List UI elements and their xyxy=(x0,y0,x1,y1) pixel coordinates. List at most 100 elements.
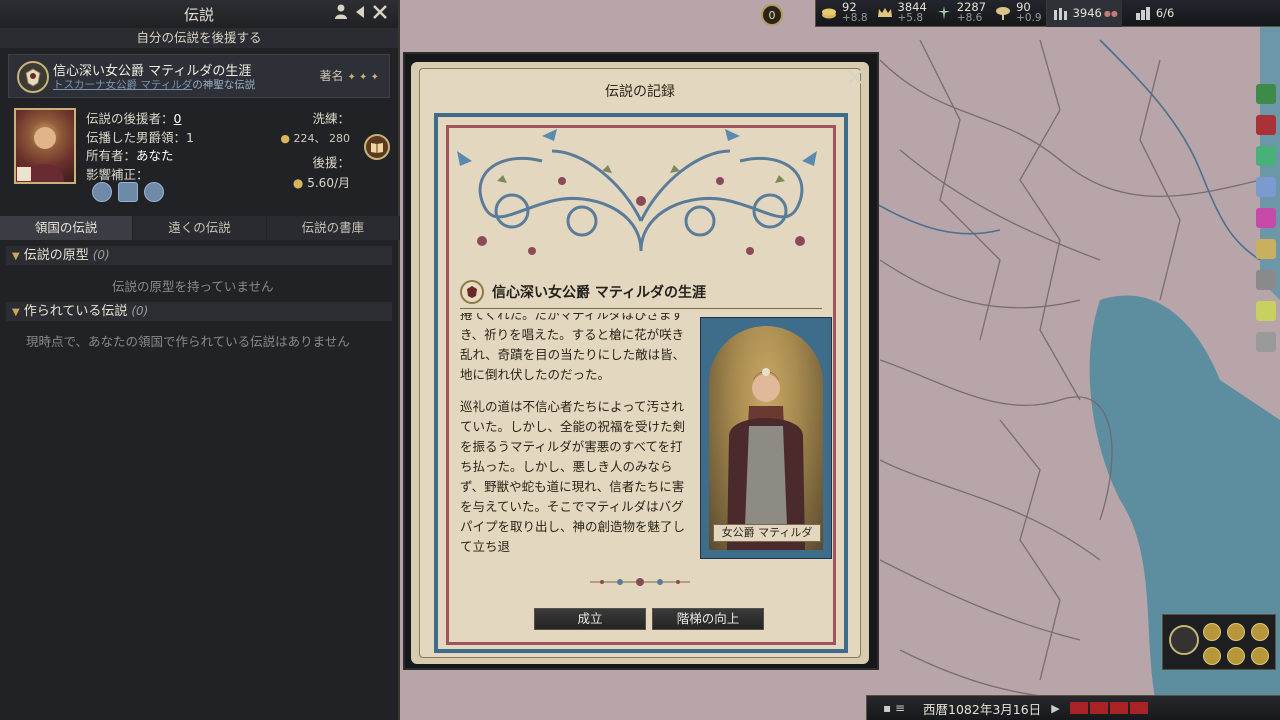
renown-resource[interactable]: 90 +0.9 xyxy=(990,0,1046,27)
legend-card[interactable]: 信心深い女公爵 マティルダの生涯 トスカーナ女公爵 マティルダの神聖な伝説 著名… xyxy=(8,54,390,98)
parchment-background: 伝説の記録 信心深い女公爵 マティルダの生涯 捲てくれた。だがマティルダはひざま… xyxy=(411,62,869,664)
vassal-icon[interactable] xyxy=(1227,647,1245,665)
legend-story-text[interactable]: 捲てくれた。だがマティルダはひざまずき、祈りを唱えた。すると槍に花が咲き乱れ、奇… xyxy=(460,313,692,567)
panel-subtitle: 自分の伝説を後援する xyxy=(0,28,398,48)
outliner-panel xyxy=(1162,614,1276,670)
tab-distant-legends[interactable]: 遠くの伝説 xyxy=(133,216,267,240)
form-legend-button[interactable]: 成立 xyxy=(534,608,646,630)
owner-label: 所有者： xyxy=(86,148,137,163)
court-icon[interactable] xyxy=(1256,177,1276,197)
owner-portrait[interactable] xyxy=(14,108,76,184)
title-icon[interactable] xyxy=(1203,623,1221,641)
influence-modifier-icon[interactable] xyxy=(92,182,112,202)
crown-icon xyxy=(876,4,894,22)
patrons-value[interactable]: 0 xyxy=(174,111,182,126)
title-icon[interactable] xyxy=(1227,623,1245,641)
refine-cost-values: 224、 280 xyxy=(293,132,351,145)
vassal-icon[interactable] xyxy=(1203,647,1221,665)
parchment-inner: 伝説の記録 信心深い女公爵 マティルダの生涯 捲てくれた。だがマティルダはひざま… xyxy=(419,68,861,658)
legend-subline: トスカーナ女公爵 マティルダの神聖な伝説 xyxy=(53,77,255,92)
patrons-label: 伝説の後援者： xyxy=(86,111,174,126)
notification-ornament[interactable]: 0 xyxy=(752,0,792,34)
duchess-figure xyxy=(727,368,805,550)
seeds-title: 伝説の原型 xyxy=(23,248,89,263)
soldiers-resource[interactable]: 3946 ●● xyxy=(1045,0,1122,27)
play-icon[interactable]: ▶ xyxy=(1051,702,1059,715)
legend-quality-label: 著名 xyxy=(319,69,344,83)
collapse-arrow-icon: ▼ xyxy=(12,251,20,262)
seeds-count: (0) xyxy=(92,248,110,262)
story-paragraph: 巡礼の道は不信心者たちによって汚されていた。しかし、全能の祝福を受けた剣を振るう… xyxy=(460,399,686,554)
legend-chronicle-window: 伝説の記録 信心深い女公爵 マティルダの生涯 捲てくれた。だがマティルダはひざま… xyxy=(403,52,879,670)
legends-panel: 伝説 自分の伝説を後援する 信心深い女公爵 マティルダの生涯 トスカーナ女公爵 … xyxy=(0,0,400,720)
gold-resource[interactable]: 92 +8.8 xyxy=(816,0,872,27)
owner-value: あなた xyxy=(136,148,174,163)
piety-resource[interactable]: 2287 +8.6 xyxy=(931,0,990,27)
domain-resource[interactable]: 6/6 xyxy=(1130,0,1179,27)
portrait-caption: 女公爵 マティルダ xyxy=(713,524,821,542)
person-icon[interactable] xyxy=(334,4,348,24)
intrigue-icon[interactable] xyxy=(1256,208,1276,228)
decisions-icon[interactable] xyxy=(1256,270,1276,290)
seeds-section-header[interactable]: ▼ 伝説の原型 (0) xyxy=(6,246,392,265)
encyclopedia-icon[interactable] xyxy=(1256,332,1276,352)
illumination-ornament xyxy=(457,129,817,255)
close-icon[interactable] xyxy=(847,66,863,90)
upgrade-tier-button[interactable]: 階梯の向上 xyxy=(652,608,764,630)
book-icon xyxy=(371,143,383,153)
spread-value: 1 xyxy=(186,130,194,145)
renown-delta: +0.9 xyxy=(1016,12,1042,24)
tab-legend-archive[interactable]: 伝説の書庫 xyxy=(266,216,400,240)
vassal-icon[interactable] xyxy=(1251,647,1269,665)
refine-costs: ● 224、 280 xyxy=(280,130,350,146)
dynasty-tree-icon xyxy=(994,4,1012,22)
chronicle-book-button[interactable] xyxy=(364,134,390,160)
buildings-icon[interactable] xyxy=(1256,84,1276,104)
menu-icon[interactable]: ▪ ≡ xyxy=(883,701,905,715)
gold-coins-icon: ● xyxy=(292,176,304,190)
panel-header: 伝説 xyxy=(0,0,398,28)
prestige-resource[interactable]: 3844 +5.8 xyxy=(872,0,931,27)
quality-stars: ✦ ✦ ✦ xyxy=(347,72,380,83)
legend-emblem-icon xyxy=(17,61,49,93)
legend-owner-link[interactable]: トスカーナ女公爵 マティルダ xyxy=(53,79,192,91)
piety-delta: +8.6 xyxy=(956,12,983,24)
realm-emblem-icon[interactable] xyxy=(1169,625,1199,655)
patron-cost: ● 5.60/月 xyxy=(293,174,350,191)
legend-tabs: 領国の伝説 遠くの伝説 伝説の書庫 xyxy=(0,216,400,240)
coat-of-arms-icon[interactable] xyxy=(16,166,32,182)
war-icon[interactable] xyxy=(1256,115,1276,135)
created-title: 作られている伝説 xyxy=(23,304,128,319)
created-section-header[interactable]: ▼ 作られている伝説 (0) xyxy=(6,302,392,321)
portrait-arch xyxy=(709,326,823,550)
legend-quality: 著名 ✦ ✦ ✦ xyxy=(319,67,379,84)
influence-label: 影響補正： xyxy=(86,167,149,182)
chronicle-title: 伝説の記録 xyxy=(605,84,675,100)
seeds-empty-text: 伝説の原型を持っていません xyxy=(112,279,274,294)
collapse-arrow-icon: ▼ xyxy=(12,307,20,318)
refine-label: 洗練： xyxy=(312,111,350,126)
tab-realm-legends[interactable]: 領国の伝説 xyxy=(0,216,134,240)
speed-indicator[interactable] xyxy=(1069,702,1148,714)
banner-modifier-icon[interactable] xyxy=(118,182,138,202)
prestige-delta: +5.8 xyxy=(897,12,924,24)
patron-label: 後援： xyxy=(312,155,350,170)
created-count: (0) xyxy=(131,304,149,318)
panel-title: 伝説 xyxy=(183,5,214,24)
title-icon[interactable] xyxy=(1251,623,1269,641)
date-bar: ▪ ≡ 西暦1082年3月16日 ▶ xyxy=(866,695,1280,720)
owner-row: 所有者：あなた xyxy=(86,145,174,164)
spread-row: 伝播した男爵領：1 xyxy=(86,127,194,146)
legend-subline-rest: の神聖な伝説 xyxy=(192,79,256,91)
faith-icon[interactable] xyxy=(1256,239,1276,259)
back-arrow-icon[interactable] xyxy=(354,4,366,24)
chronicle-actions: 成立 階梯の向上 xyxy=(534,608,764,630)
council-icon[interactable] xyxy=(1256,146,1276,166)
legend-portrait: 女公爵 マティルダ xyxy=(700,317,832,559)
soldiers-icon xyxy=(1051,4,1069,22)
crowd-modifier-icon[interactable] xyxy=(144,182,164,202)
lifestyle-icon[interactable] xyxy=(1256,301,1276,321)
close-icon[interactable] xyxy=(372,4,388,24)
soldiers-value: 3946 xyxy=(1072,5,1102,20)
legend-info: 伝説の後援者：0 伝播した男爵領：1 所有者：あなた 影響補正： 洗練： ● 2… xyxy=(8,102,390,214)
